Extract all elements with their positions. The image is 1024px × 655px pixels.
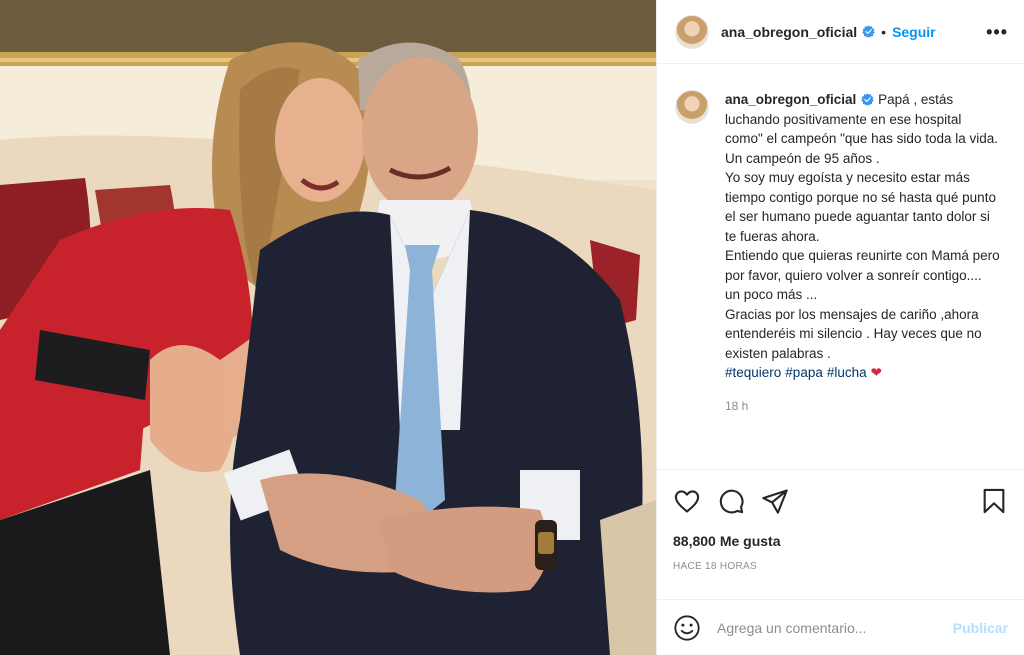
hashtag-link[interactable]: #tequiero [725,365,781,380]
header-separator: • [881,23,887,40]
caption-hashtags: #tequiero #papa #lucha ❤ [725,363,1000,383]
caption-avatar[interactable] [675,90,709,124]
caption: ana_obregon_oficial Papá , estás luchand… [675,90,1008,416]
caption-time[interactable]: 18 h [725,397,1000,417]
caption-verified-badge-icon [861,93,874,106]
action-bar [657,469,1024,531]
add-comment-bar: Publicar [657,599,1024,655]
verified-badge-icon [862,25,875,38]
likes-label: Me gusta [719,533,781,549]
post-photo[interactable] [0,0,656,655]
share-icon [762,488,788,514]
caption-text: ana_obregon_oficial Papá , estás luchand… [725,90,1000,416]
post-sidebar: ana_obregon_oficial • Seguir ••• ana_obr… [656,0,1024,655]
caption-line: Gracias por los mensajes de cariño ,ahor… [725,306,982,361]
caption-username[interactable]: ana_obregon_oficial [725,92,856,107]
comment-icon [719,489,744,513]
instagram-post: ana_obregon_oficial • Seguir ••• ana_obr… [0,0,1024,655]
share-button[interactable] [761,487,789,515]
hashtag-link[interactable]: #lucha [827,365,867,380]
more-options-icon[interactable]: ••• [986,23,1008,41]
photo-illustration [0,0,656,655]
likes-number: 88,800 [673,533,716,549]
caption-line: Yo soy muy egoísta y necesito estar más … [725,170,996,244]
author-username[interactable]: ana_obregon_oficial [721,24,857,40]
comment-input[interactable] [715,618,953,637]
caption-line: Un campeón de 95 años . [725,150,880,166]
bookmark-icon [983,488,1005,513]
caption-line: Entiendo que quieras reunirte con Mamá p… [725,248,1000,302]
publish-button[interactable]: Publicar [953,620,1008,636]
comments-area: ana_obregon_oficial Papá , estás luchand… [657,64,1024,469]
follow-button[interactable]: Seguir [892,24,936,40]
heart-icon [674,489,700,513]
comment-button[interactable] [717,487,745,515]
post-header: ana_obregon_oficial • Seguir ••• [657,0,1024,64]
save-button[interactable] [980,487,1008,515]
hashtag-link[interactable]: #papa [785,365,823,380]
likes-count[interactable]: 88,800 Me gusta [657,531,1024,551]
post-timestamp[interactable]: HACE 18 HORAS [657,557,1024,577]
like-button[interactable] [673,487,701,515]
smiley-icon [674,614,700,641]
emoji-picker-button[interactable] [673,614,701,642]
red-heart-emoji: ❤ [870,365,882,380]
caption-line-first: ana_obregon_oficial Papá , estás luchand… [725,90,1000,149]
author-avatar[interactable] [675,14,709,49]
